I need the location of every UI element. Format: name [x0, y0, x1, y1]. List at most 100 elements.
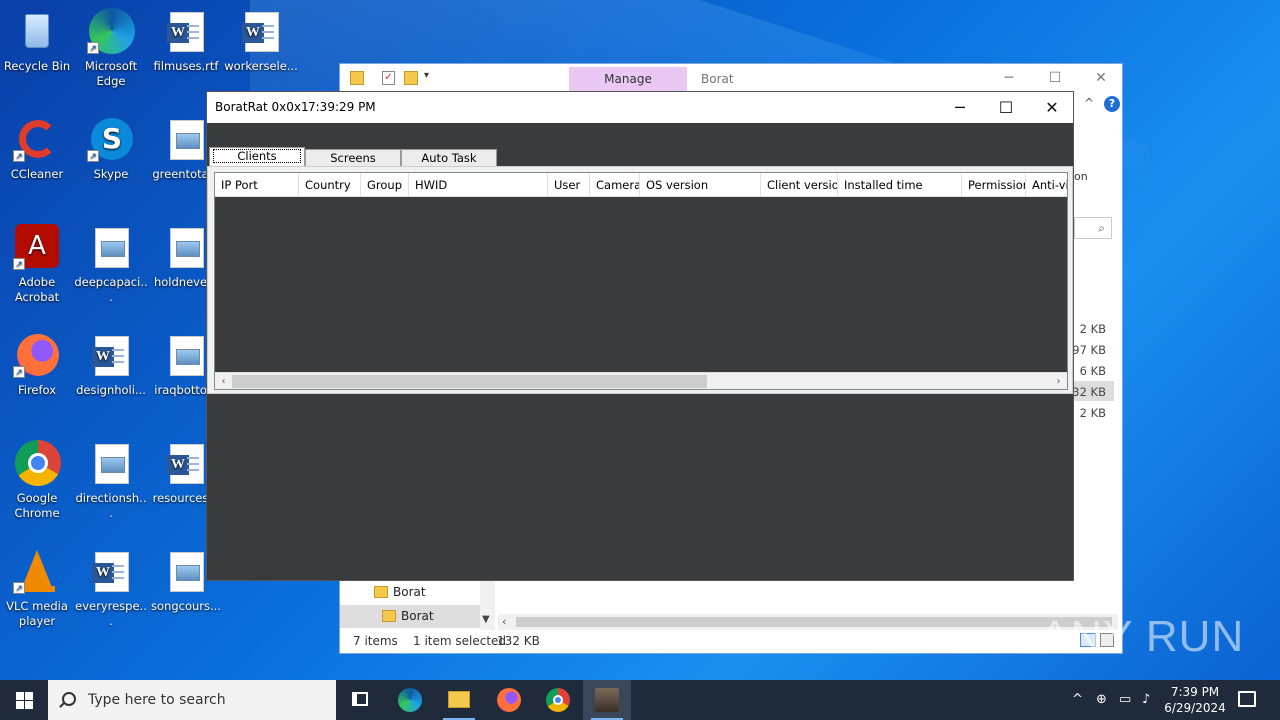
meet-now-icon[interactable]: ⊕ — [1096, 692, 1107, 707]
taskbar-clock[interactable]: 7:39 PM 6/29/2024 — [1160, 680, 1230, 720]
scroll-right-icon[interactable]: › — [1050, 373, 1067, 389]
word-document-icon: W — [162, 440, 210, 488]
customize-qat-icon[interactable]: ▾ — [424, 70, 429, 81]
image-file-icon — [162, 332, 210, 380]
column-header-installed-time[interactable]: Installed time — [838, 173, 962, 197]
taskbar-boratrat[interactable] — [583, 680, 631, 720]
tab-label: Clients — [213, 149, 301, 163]
boratrat-window[interactable]: BoratRat 0x0x1 7:39:29 PM ─ ☐ ✕ Clients … — [206, 91, 1074, 581]
file-size: 6 KB — [1079, 364, 1106, 378]
desktop-icon-firefox[interactable]: ↗ Firefox — [0, 332, 74, 398]
edge-icon — [398, 688, 422, 712]
windows-logo-icon — [16, 692, 24, 700]
scroll-thumb[interactable] — [516, 617, 1112, 627]
new-folder-icon[interactable] — [404, 71, 418, 85]
desktop-icon-file[interactable]: W filmuses.rtf — [149, 8, 223, 74]
search-icon: ⌕ — [1098, 221, 1105, 235]
notification-center-icon[interactable] — [1238, 691, 1256, 707]
column-header-os-version[interactable]: OS version — [640, 173, 761, 197]
column-header-client-version[interactable]: Client version — [761, 173, 838, 197]
column-header-ip-port[interactable]: IP Port — [215, 173, 299, 197]
desktop-icon-label: CCleaner — [10, 167, 64, 181]
column-header-camera[interactable]: Camera — [590, 173, 640, 197]
desktop-icon-ccleaner[interactable]: ↗ CCleaner — [0, 116, 74, 182]
column-header-hwid[interactable]: HWID — [409, 173, 548, 197]
desktop-icon-adobe-acrobat[interactable]: A ↗ Adobe Acrobat — [0, 224, 74, 305]
file-size: 2 KB — [1079, 322, 1106, 336]
nav-tree-item-borat[interactable]: Borat — [340, 582, 480, 604]
windows-logo-icon — [16, 701, 24, 709]
windows-logo-icon — [25, 701, 33, 709]
nav-tree-label: Borat — [393, 585, 426, 599]
ribbon-collapse-icon[interactable]: ^ — [1084, 96, 1094, 110]
properties-icon[interactable]: ✓ — [382, 71, 395, 85]
image-file-icon — [162, 548, 210, 596]
column-header-user[interactable]: User — [548, 173, 590, 197]
desktop-icon-label: Google Chrome — [14, 491, 60, 520]
clients-list-hscrollbar[interactable]: ‹ › — [215, 372, 1067, 389]
clients-panel: IP Port Country Group HWID User Camera O… — [207, 166, 1073, 394]
clients-list[interactable]: IP Port Country Group HWID User Camera O… — [214, 172, 1068, 390]
help-icon[interactable]: ? — [1104, 96, 1120, 112]
taskbar-search-box[interactable]: Type here to search — [48, 680, 336, 720]
minimize-icon[interactable]: ─ — [986, 64, 1032, 92]
close-icon[interactable]: ✕ — [1078, 64, 1124, 92]
desktop-icon-label: filmuses.rtf — [153, 59, 219, 73]
rat-window-title: BoratRat 0x0x1 — [215, 100, 309, 114]
desktop-icon-file[interactable]: directionsh... — [74, 440, 148, 521]
word-document-icon: W — [162, 8, 210, 56]
explorer-title-bar[interactable]: ✓ ▾ Manage Borat ─ ☐ ✕ — [340, 64, 1122, 92]
close-icon[interactable]: ✕ — [1029, 92, 1075, 123]
desktop-icon-label: deepcapaci... — [74, 275, 148, 304]
taskbar-file-explorer[interactable] — [435, 680, 483, 720]
firefox-icon — [497, 688, 521, 712]
windows-logo-icon — [25, 692, 33, 700]
taskbar-chrome[interactable] — [534, 680, 582, 720]
desktop-icon-file[interactable]: W everyrespe... — [74, 548, 148, 629]
search-box[interactable]: ⌕ — [1074, 217, 1112, 239]
column-header-anti-virus[interactable]: Anti-viru — [1026, 173, 1067, 197]
desktop-icon-file[interactable]: W workersele... — [224, 8, 298, 74]
desktop-icon-recycle-bin[interactable]: Recycle Bin — [0, 8, 74, 74]
nav-tree-scrollbar[interactable]: ▼ — [480, 580, 495, 630]
task-view-button[interactable] — [336, 680, 384, 720]
desktop-icon-label: Firefox — [17, 383, 57, 397]
scroll-thumb[interactable] — [232, 375, 707, 388]
start-button[interactable] — [0, 680, 48, 720]
recycle-bin-icon — [13, 8, 61, 56]
scroll-down-icon[interactable]: ▼ — [482, 614, 490, 625]
manage-tab[interactable]: Manage — [569, 67, 687, 92]
desktop-icon-file[interactable]: W designholi... — [74, 332, 148, 398]
desktop-icon-label: VLC media player — [6, 599, 68, 628]
tab-auto-task[interactable]: Auto Task — [401, 149, 497, 167]
column-header-country[interactable]: Country — [299, 173, 361, 197]
taskbar-firefox[interactable] — [485, 680, 533, 720]
rat-title-bar[interactable]: BoratRat 0x0x1 7:39:29 PM ─ ☐ ✕ — [207, 92, 1073, 123]
tab-screens[interactable]: Screens — [305, 149, 401, 167]
tab-clients[interactable]: Clients — [209, 147, 305, 167]
maximize-icon[interactable]: ☐ — [983, 92, 1029, 123]
desktop-icon-skype[interactable]: S ↗ Skype — [74, 116, 148, 182]
borat-app-icon — [595, 688, 619, 712]
folder-icon — [374, 586, 388, 598]
volume-icon[interactable]: ♪ — [1142, 692, 1150, 707]
image-file-icon — [87, 440, 135, 488]
minimize-icon[interactable]: ─ — [937, 92, 983, 123]
column-header-group[interactable]: Group — [361, 173, 409, 197]
maximize-icon[interactable]: ☐ — [1032, 64, 1078, 92]
nav-tree-item-borat-selected[interactable]: Borat — [340, 605, 480, 628]
desktop-icon-microsoft-edge[interactable]: ↗ Microsoft Edge — [74, 8, 148, 89]
scroll-left-icon[interactable]: ‹ — [215, 373, 232, 389]
scroll-left-icon[interactable]: ‹ — [502, 615, 506, 628]
network-icon[interactable]: ▭ — [1119, 692, 1131, 707]
desktop-icon-google-chrome[interactable]: Google Chrome — [0, 440, 74, 521]
word-document-icon: W — [87, 332, 135, 380]
file-list-hscrollbar[interactable]: ‹ — [498, 614, 1118, 630]
tray-overflow-icon[interactable]: ^ — [1072, 692, 1083, 707]
vlc-icon: ↗ — [13, 548, 61, 596]
taskbar-edge[interactable] — [386, 680, 434, 720]
desktop-icon-file[interactable]: deepcapaci... — [74, 224, 148, 305]
column-header-permission[interactable]: Permission — [962, 173, 1026, 197]
explorer-status-bar: 7 items 1 item selected 132 KB — [340, 629, 1122, 653]
desktop-icon-vlc[interactable]: ↗ VLC media player — [0, 548, 74, 629]
